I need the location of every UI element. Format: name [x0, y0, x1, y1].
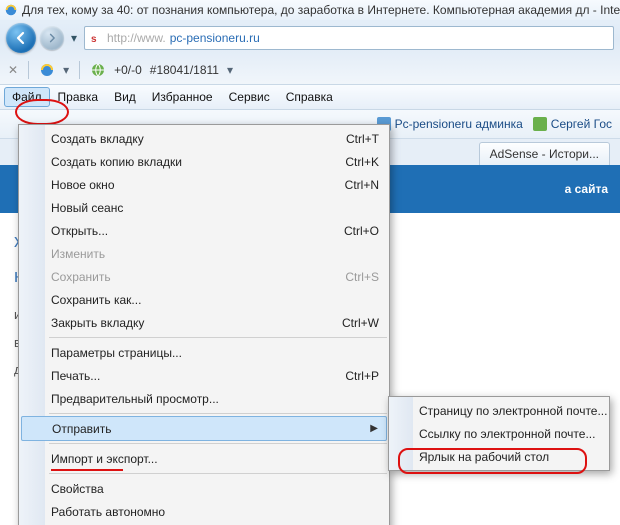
menu-item[interactable]: Свойства — [19, 477, 389, 500]
menu-item[interactable]: Создать копию вкладки Ctrl+K — [19, 150, 389, 173]
menu-item-label: Создать вкладку — [51, 132, 144, 146]
window-title: Для тех, кому за 40: от познания компьют… — [22, 3, 620, 17]
menu-separator — [49, 337, 387, 338]
menu-favorites[interactable]: Избранное — [144, 87, 221, 107]
menu-file[interactable]: Файл — [4, 87, 50, 107]
counter-indicator: #18041/1811 — [150, 63, 219, 77]
menu-shortcut: Ctrl+O — [344, 224, 379, 238]
address-scheme: http://www. — [107, 31, 166, 45]
menu-item-label: Работать автономно — [51, 505, 165, 519]
menu-item-label: Ярлык на рабочий стол — [419, 450, 549, 464]
menu-item-label: Новое окно — [51, 178, 115, 192]
back-button[interactable] — [6, 23, 36, 53]
menu-item-label: Отправить — [52, 422, 112, 436]
menu-item-label: Свойства — [51, 482, 104, 496]
nav-row: ▾ s http://www. pc-pensioneru.ru — [0, 20, 620, 56]
menu-edit[interactable]: Правка — [50, 87, 107, 107]
menu-item-label: Создать копию вкладки — [51, 155, 182, 169]
submenu-item-desktop-shortcut[interactable]: Ярлык на рабочий стол — [389, 445, 609, 468]
menu-item-label: Новый сеанс — [51, 201, 123, 215]
ie-icon — [4, 3, 18, 17]
menu-item[interactable]: Создать вкладку Ctrl+T — [19, 127, 389, 150]
submenu-arrow-icon: ▶ — [370, 423, 378, 434]
menu-item[interactable]: Печать... Ctrl+P — [19, 364, 389, 387]
zoom-indicator: +0/-0 — [114, 63, 142, 77]
menu-item[interactable]: Отправить ▶ — [21, 416, 387, 441]
menu-item[interactable]: Закрыть вкладку Ctrl+W — [19, 311, 389, 334]
menu-label: Избранное — [152, 90, 213, 104]
menu-label: Файл — [12, 90, 42, 104]
tab-label: AdSense - Истори... — [490, 147, 599, 161]
separator — [79, 61, 80, 79]
submenu-item-send-link[interactable]: Ссылку по электронной почте... — [389, 422, 609, 445]
menu-item-label: Страницу по электронной почте... — [419, 404, 607, 418]
menu-item-label: Импорт и экспорт... — [51, 452, 158, 466]
address-bar[interactable]: s http://www. pc-pensioneru.ru — [84, 26, 614, 50]
menu-shortcut: Ctrl+P — [345, 369, 379, 383]
dropdown-icon[interactable]: ▾ — [63, 63, 69, 77]
menu-item-label: Предварительный просмотр... — [51, 392, 219, 406]
bookmark-item[interactable]: Pc-pensioneru админка — [377, 117, 523, 131]
menu-item-label: Параметры страницы... — [51, 346, 182, 360]
menu-item[interactable]: Импорт и экспорт... — [19, 447, 389, 470]
menu-shortcut: Ctrl+N — [345, 178, 379, 192]
dropdown-icon[interactable]: ▾ — [227, 63, 233, 77]
menu-shortcut: Ctrl+T — [346, 132, 379, 146]
menu-item-label: Сохранить как... — [51, 293, 141, 307]
annotation-underline — [51, 469, 123, 471]
browser-tab[interactable]: AdSense - Истори... — [479, 142, 610, 165]
menu-item-label: Сохранить — [51, 270, 111, 284]
menu-tools[interactable]: Сервис — [221, 87, 278, 107]
menu-label: Сервис — [229, 90, 270, 104]
site-icon: s — [89, 31, 103, 45]
menu-item[interactable]: Новое окно Ctrl+N — [19, 173, 389, 196]
menu-label: Правка — [58, 90, 99, 104]
close-icon[interactable]: ✕ — [8, 63, 18, 77]
address-url: pc-pensioneru.ru — [170, 31, 260, 45]
menu-separator — [49, 473, 387, 474]
menu-item: Сохранить Ctrl+S — [19, 265, 389, 288]
forward-button[interactable] — [40, 26, 64, 50]
menu-item-label: Открыть... — [51, 224, 108, 238]
globe-icon[interactable] — [90, 62, 106, 78]
separator — [28, 61, 29, 79]
send-submenu: Страницу по электронной почте... Ссылку … — [388, 396, 610, 471]
menu-bar: Файл Правка Вид Избранное Сервис Справка — [0, 84, 620, 110]
menu-view[interactable]: Вид — [106, 87, 144, 107]
menu-item-label: Изменить — [51, 247, 105, 261]
submenu-item-send-page[interactable]: Страницу по электронной почте... — [389, 399, 609, 422]
band-text: а сайта — [565, 182, 608, 196]
file-menu-dropdown: Создать вкладку Ctrl+T Создать копию вклад… — [18, 124, 390, 525]
menu-help[interactable]: Справка — [278, 87, 341, 107]
menu-item-label: Закрыть вкладку — [51, 316, 144, 330]
bookmark-label: Pc-pensioneru админка — [395, 117, 523, 131]
menu-shortcut: Ctrl+K — [345, 155, 379, 169]
menu-item[interactable]: Параметры страницы... — [19, 341, 389, 364]
menu-shortcut: Ctrl+S — [345, 270, 379, 284]
svg-text:s: s — [91, 34, 97, 45]
menu-item[interactable]: Новый сеанс — [19, 196, 389, 219]
menu-item: Изменить — [19, 242, 389, 265]
menu-separator — [49, 413, 387, 414]
window-titlebar: Для тех, кому за 40: от познания компьют… — [0, 0, 620, 20]
menu-item[interactable]: Сохранить как... — [19, 288, 389, 311]
menu-item[interactable]: Работать автономно — [19, 500, 389, 523]
menu-separator — [49, 443, 387, 444]
menu-shortcut: Ctrl+W — [342, 316, 379, 330]
menu-item-label: Ссылку по электронной почте... — [419, 427, 595, 441]
bookmark-item[interactable]: Сергей Гос — [533, 117, 612, 131]
menu-item[interactable]: Открыть... Ctrl+O — [19, 219, 389, 242]
menu-label: Вид — [114, 90, 136, 104]
bookmark-label: Сергей Гос — [551, 117, 612, 131]
bookmark-icon — [533, 117, 547, 131]
menu-label: Справка — [286, 90, 333, 104]
ie-small-icon — [39, 62, 55, 78]
nav-history-dropdown[interactable]: ▾ — [68, 27, 80, 49]
menu-item[interactable]: Предварительный просмотр... — [19, 387, 389, 410]
status-toolbar: ✕ ▾ +0/-0 #18041/1811 ▾ — [0, 56, 620, 84]
menu-item-label: Печать... — [51, 369, 100, 383]
